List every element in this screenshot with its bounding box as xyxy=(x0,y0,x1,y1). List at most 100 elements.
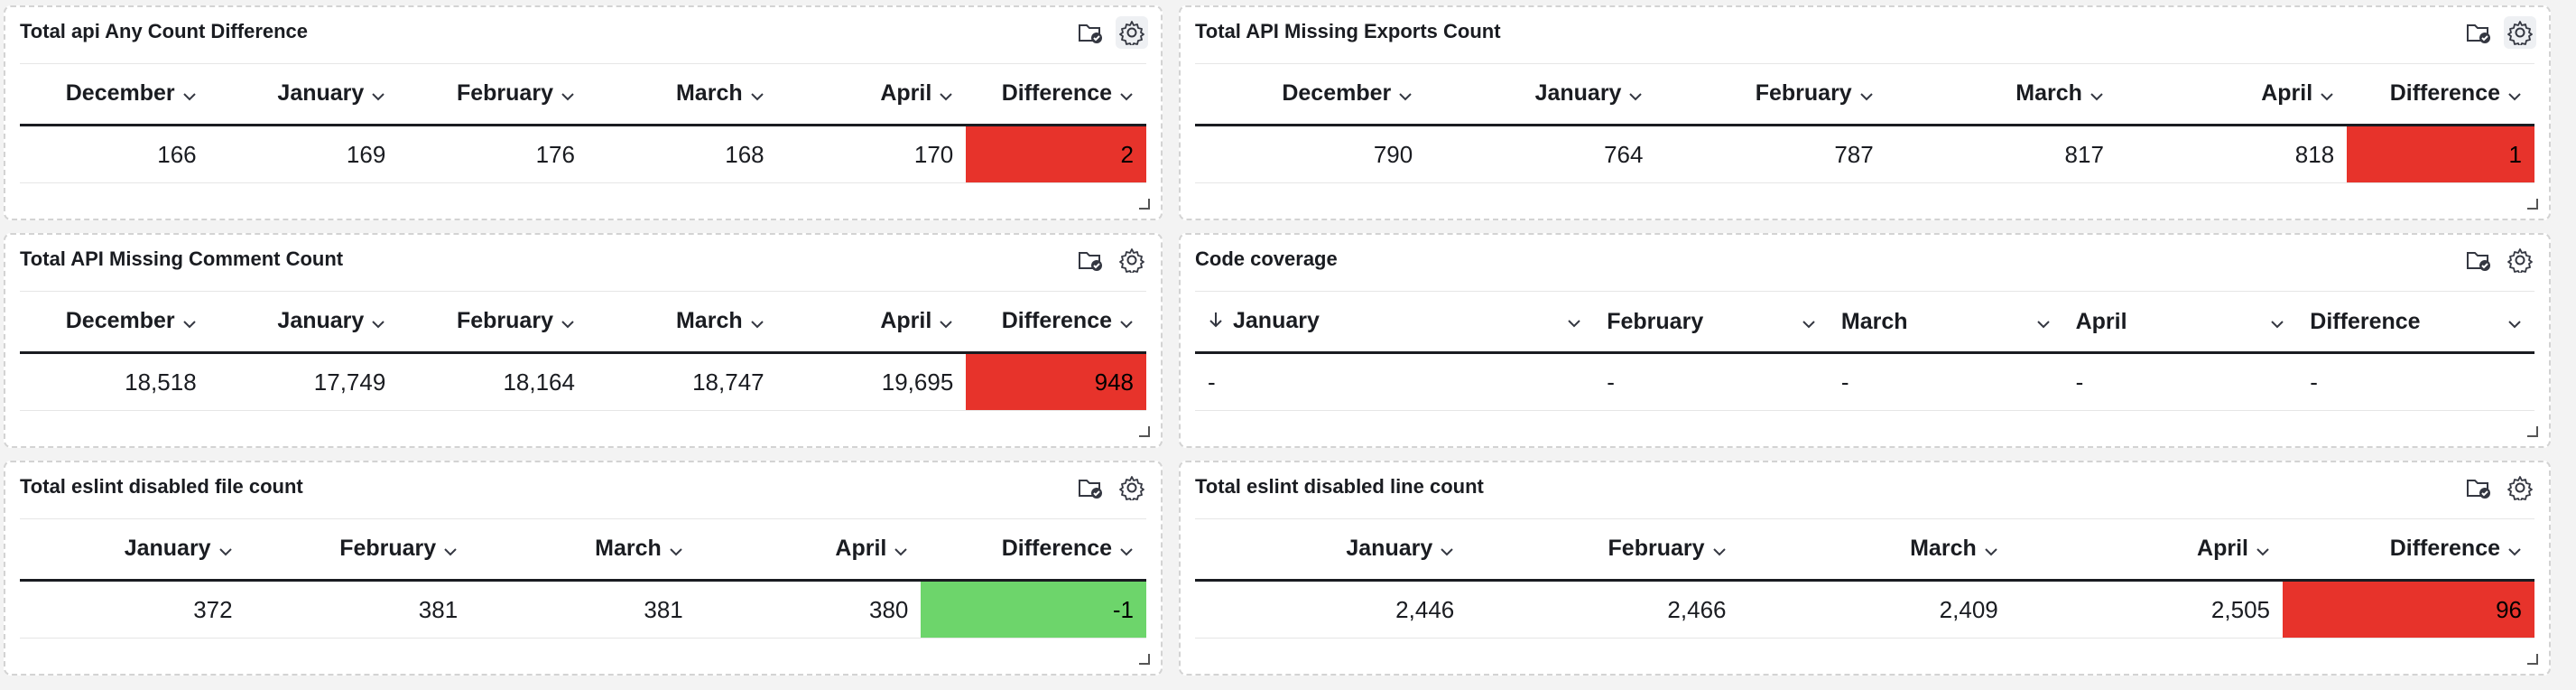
panel-actions xyxy=(2462,16,2536,49)
column-header-december[interactable]: December xyxy=(1195,63,1426,126)
resize-handle[interactable] xyxy=(1139,426,1150,437)
folder-check-icon[interactable] xyxy=(1074,244,1107,276)
chevron-down-icon xyxy=(2036,309,2051,335)
resize-handle[interactable] xyxy=(1139,654,1150,665)
column-header-march[interactable]: March xyxy=(1828,291,2063,354)
chevron-down-icon xyxy=(561,81,575,107)
chevron-down-icon xyxy=(1119,81,1134,107)
gear-icon[interactable] xyxy=(1116,244,1148,276)
column-header-difference[interactable]: Difference xyxy=(921,518,1146,582)
table-cell: 168 xyxy=(587,125,777,183)
column-header-april[interactable]: April xyxy=(695,518,922,582)
table-cell: 19,695 xyxy=(776,352,967,411)
panel-api-any-count: Total api Any Count Difference December … xyxy=(4,5,1163,220)
column-header-difference[interactable]: Difference xyxy=(966,63,1146,126)
chevron-down-icon xyxy=(371,81,385,107)
column-header-february[interactable]: February xyxy=(245,518,471,582)
column-header-december[interactable]: December xyxy=(20,63,209,126)
column-header-april[interactable]: April xyxy=(776,291,967,354)
data-table: December January February March April Di… xyxy=(1195,63,2534,183)
chevron-down-icon xyxy=(561,309,575,335)
table-cell: 764 xyxy=(1425,125,1656,183)
resize-handle[interactable] xyxy=(2527,199,2538,210)
difference-cell: 96 xyxy=(2283,580,2534,639)
table-cell: 2,466 xyxy=(1467,580,1739,639)
table-cell: 2,446 xyxy=(1195,580,1468,639)
column-header-january[interactable]: January xyxy=(1195,518,1468,582)
panel-title: Total eslint disabled line count xyxy=(1195,475,1484,498)
chevron-down-icon xyxy=(1802,309,1816,335)
gear-icon[interactable] xyxy=(1116,16,1148,49)
folder-check-icon[interactable] xyxy=(1074,471,1107,504)
chevron-down-icon xyxy=(1859,81,1874,107)
table-cell: 790 xyxy=(1195,125,1426,183)
column-header-february[interactable]: February xyxy=(1467,518,1739,582)
column-header-difference[interactable]: Difference xyxy=(966,291,1146,354)
gear-icon[interactable] xyxy=(2504,471,2536,504)
data-table: December January February March April Di… xyxy=(20,63,1146,183)
column-header-january[interactable]: January xyxy=(20,518,246,582)
panel-eslint-line-count: Total eslint disabled line count January… xyxy=(1179,461,2551,676)
column-header-difference[interactable]: Difference xyxy=(2283,518,2534,582)
column-header-january[interactable]: January xyxy=(208,291,399,354)
resize-handle[interactable] xyxy=(1139,199,1150,210)
gear-icon[interactable] xyxy=(2504,244,2536,276)
column-header-difference[interactable]: Difference xyxy=(2347,63,2534,126)
column-header-april[interactable]: April xyxy=(2062,291,2298,354)
column-header-january[interactable]: January xyxy=(1195,291,1595,354)
column-header-march[interactable]: March xyxy=(1886,63,2117,126)
data-table: December January February March April Di… xyxy=(20,291,1146,411)
folder-check-icon[interactable] xyxy=(2462,244,2495,276)
panel-title: Total API Missing Exports Count xyxy=(1195,20,1501,42)
column-header-february[interactable]: February xyxy=(1594,291,1829,354)
chevron-down-icon xyxy=(443,536,458,563)
column-header-february[interactable]: February xyxy=(398,63,588,126)
column-header-march[interactable]: March xyxy=(470,518,696,582)
table-row: 18,518 17,749 18,164 18,747 19,695 948 xyxy=(20,352,1146,411)
resize-handle[interactable] xyxy=(2527,426,2538,437)
table-cell: 817 xyxy=(1886,125,2117,183)
folder-check-icon[interactable] xyxy=(2462,16,2495,49)
column-header-january[interactable]: January xyxy=(1425,63,1656,126)
column-header-april[interactable]: April xyxy=(776,63,967,126)
chevron-down-icon xyxy=(2256,536,2270,563)
table-cell: 372 xyxy=(20,580,246,639)
chevron-down-icon xyxy=(1984,536,1998,563)
table-cell: 170 xyxy=(776,125,967,183)
folder-check-icon[interactable] xyxy=(2462,471,2495,504)
panel-title: Total API Missing Comment Count xyxy=(20,247,344,270)
column-header-difference[interactable]: Difference xyxy=(2297,291,2534,354)
table-cell: 18,518 xyxy=(20,352,209,411)
chevron-down-icon xyxy=(939,81,953,107)
column-header-april[interactable]: April xyxy=(2116,63,2348,126)
gear-icon[interactable] xyxy=(1116,471,1148,504)
table-cell: 2,409 xyxy=(1738,580,2011,639)
chevron-down-icon xyxy=(182,81,197,107)
table-cell: 166 xyxy=(20,125,209,183)
column-header-january[interactable]: January xyxy=(208,63,399,126)
panel-title: Total eslint disabled file count xyxy=(20,475,303,498)
chevron-down-icon xyxy=(1712,536,1727,563)
table-cell: 169 xyxy=(208,125,399,183)
chevron-down-icon xyxy=(1628,81,1643,107)
table-cell: 2,505 xyxy=(2010,580,2283,639)
resize-handle[interactable] xyxy=(2527,654,2538,665)
gear-icon[interactable] xyxy=(2504,16,2536,49)
panel-title: Code coverage xyxy=(1195,247,1338,270)
panel-title: Total api Any Count Difference xyxy=(20,20,309,42)
table-cell: 18,164 xyxy=(398,352,588,411)
data-table: January February March April Difference … xyxy=(1195,291,2534,411)
table-row: 790 764 787 817 818 1 xyxy=(1195,125,2534,183)
folder-check-icon[interactable] xyxy=(1074,16,1107,49)
chevron-down-icon xyxy=(1567,308,1581,334)
column-header-march[interactable]: March xyxy=(587,63,777,126)
column-header-february[interactable]: February xyxy=(398,291,588,354)
column-header-february[interactable]: February xyxy=(1655,63,1886,126)
column-header-march[interactable]: March xyxy=(1738,518,2011,582)
column-header-april[interactable]: April xyxy=(2010,518,2283,582)
table-row: 166 169 176 168 170 2 xyxy=(20,125,1146,183)
column-header-december[interactable]: December xyxy=(20,291,209,354)
difference-cell: 1 xyxy=(2347,125,2534,183)
chevron-down-icon xyxy=(939,309,953,335)
column-header-march[interactable]: March xyxy=(587,291,777,354)
